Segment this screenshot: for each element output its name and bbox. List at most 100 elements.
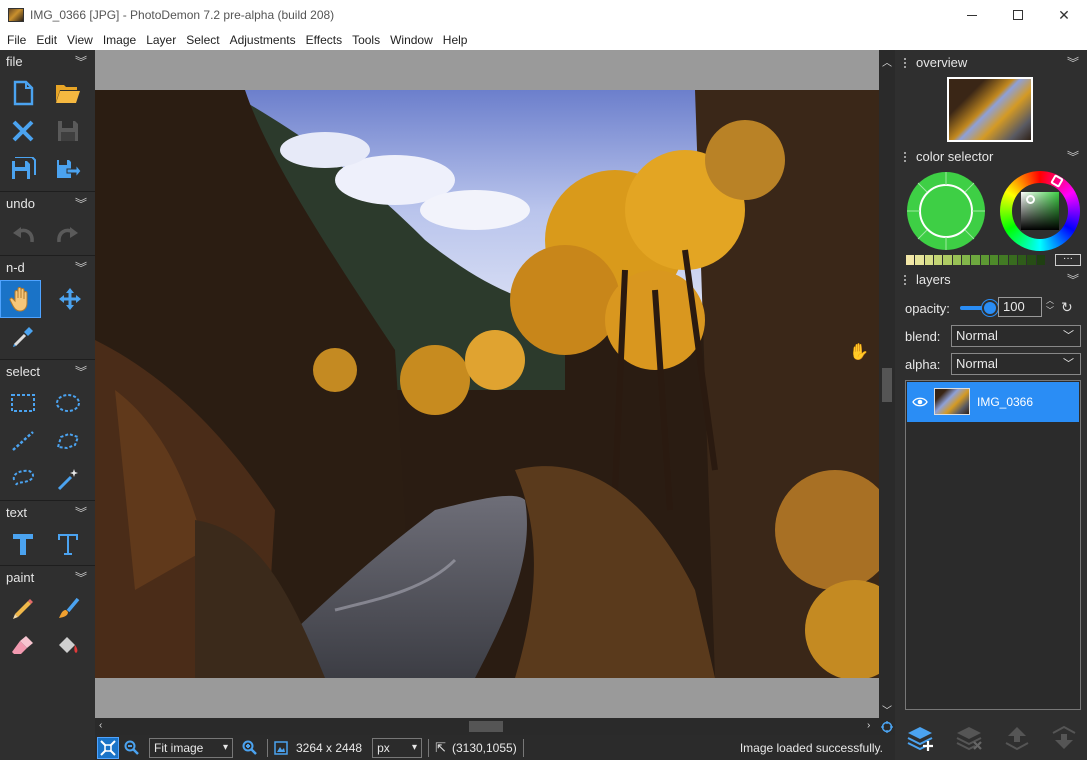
toolbox-header-text[interactable]: text ︾ bbox=[0, 501, 95, 525]
unit-select[interactable]: px ▾ bbox=[372, 737, 423, 758]
palette-swatch[interactable] bbox=[1036, 255, 1046, 265]
toolbox-header-file[interactable]: file ︾ bbox=[0, 50, 95, 74]
polygon-select-button[interactable] bbox=[50, 422, 88, 460]
maximize-button[interactable] bbox=[995, 0, 1041, 30]
menu-layer[interactable]: Layer bbox=[141, 30, 181, 50]
horizontal-scroll-thumb[interactable] bbox=[469, 721, 503, 732]
menu-effects[interactable]: Effects bbox=[301, 30, 347, 50]
toolbox-header-nd[interactable]: n-d ︾ bbox=[0, 256, 95, 280]
close-button[interactable]: ✕ bbox=[1041, 0, 1087, 30]
delete-layer-icon[interactable] bbox=[955, 725, 983, 751]
palette-swatch[interactable] bbox=[961, 255, 972, 265]
palette-swatch[interactable] bbox=[924, 255, 934, 265]
eraser-tool-button[interactable] bbox=[4, 628, 42, 666]
palette-swatch[interactable] bbox=[933, 255, 944, 265]
primary-color-swatch[interactable] bbox=[906, 171, 986, 251]
lasso-select-button[interactable] bbox=[4, 460, 42, 498]
layers-list[interactable]: IMG_0366 bbox=[905, 380, 1081, 710]
color-picker-tool-button[interactable] bbox=[4, 318, 42, 356]
scroll-down-arrow-icon[interactable]: ﹀ bbox=[882, 702, 892, 717]
menu-tools[interactable]: Tools bbox=[347, 30, 385, 50]
drag-grip-icon[interactable] bbox=[903, 57, 907, 69]
export-button[interactable] bbox=[50, 150, 88, 188]
alpha-mode-select[interactable]: Normal ﹀ bbox=[951, 353, 1081, 375]
opacity-input[interactable]: 100 bbox=[998, 297, 1042, 317]
reset-opacity-button[interactable]: ↻ bbox=[1061, 299, 1073, 316]
magic-wand-button[interactable] bbox=[50, 460, 88, 498]
save-as-button[interactable] bbox=[4, 150, 42, 188]
brush-tool-button[interactable] bbox=[50, 590, 88, 628]
horizontal-scrollbar[interactable]: ‹ › bbox=[95, 718, 879, 735]
toolbox-header-select[interactable]: select ︾ bbox=[0, 360, 95, 384]
fit-to-window-button[interactable] bbox=[97, 736, 119, 759]
vertical-scroll-thumb[interactable] bbox=[882, 368, 892, 402]
layers-panel-header[interactable]: layers ︾ bbox=[895, 268, 1087, 292]
drag-grip-icon[interactable] bbox=[903, 151, 907, 163]
open-image-button[interactable] bbox=[50, 74, 88, 112]
opacity-slider[interactable] bbox=[960, 300, 998, 316]
menu-view[interactable]: View bbox=[62, 30, 98, 50]
menu-help[interactable]: Help bbox=[438, 30, 473, 50]
layer-thumbnail bbox=[934, 388, 970, 415]
minimize-button[interactable] bbox=[949, 0, 995, 30]
close-image-button[interactable] bbox=[4, 112, 42, 150]
undo-button[interactable] bbox=[4, 216, 42, 254]
menu-image[interactable]: Image bbox=[98, 30, 141, 50]
menu-adjustments[interactable]: Adjustments bbox=[225, 30, 301, 50]
zoom-in-button[interactable] bbox=[239, 737, 261, 759]
palette-swatch[interactable] bbox=[1027, 255, 1037, 265]
palette-swatch[interactable] bbox=[915, 255, 925, 265]
move-tool-button[interactable] bbox=[53, 280, 87, 318]
palette-swatch[interactable] bbox=[1017, 255, 1028, 265]
save-button[interactable] bbox=[50, 112, 88, 150]
image-canvas[interactable]: ✋ bbox=[95, 90, 879, 678]
toolbox-header-undo[interactable]: undo ︾ bbox=[0, 192, 95, 216]
toolbox-header-paint[interactable]: paint ︾ bbox=[0, 566, 95, 590]
scroll-right-arrow-icon[interactable]: › bbox=[867, 720, 870, 731]
menu-window[interactable]: Window bbox=[385, 30, 438, 50]
basic-text-button[interactable] bbox=[4, 525, 42, 563]
palette-swatch[interactable] bbox=[971, 255, 981, 265]
drag-grip-icon[interactable] bbox=[903, 274, 907, 286]
palette-swatch[interactable] bbox=[906, 255, 916, 265]
layer-row[interactable]: IMG_0366 bbox=[907, 382, 1079, 422]
menu-file[interactable]: File bbox=[2, 30, 31, 50]
palette-swatch[interactable] bbox=[980, 255, 990, 265]
fill-tool-button[interactable] bbox=[50, 628, 88, 666]
move-layer-down-icon[interactable] bbox=[1051, 725, 1077, 751]
zoom-select[interactable]: Fit image ▾ bbox=[149, 737, 233, 758]
ellipse-select-button[interactable] bbox=[50, 384, 88, 422]
color-marker[interactable] bbox=[1026, 195, 1035, 204]
palette-swatch[interactable] bbox=[999, 255, 1009, 265]
menu-select[interactable]: Select bbox=[181, 30, 224, 50]
pencil-tool-button[interactable] bbox=[4, 590, 42, 628]
redo-button[interactable] bbox=[50, 216, 88, 254]
zoom-out-button[interactable] bbox=[121, 737, 143, 759]
palette-more-button[interactable]: ··· bbox=[1055, 254, 1081, 266]
visibility-eye-icon[interactable] bbox=[912, 396, 928, 408]
typography-text-button[interactable] bbox=[50, 525, 88, 563]
overview-thumbnail[interactable] bbox=[947, 77, 1033, 142]
line-select-button[interactable] bbox=[4, 422, 42, 460]
move-layer-up-icon[interactable] bbox=[1004, 725, 1030, 751]
palette-swatch[interactable] bbox=[952, 255, 962, 265]
scroll-up-arrow-icon[interactable]: ︿ bbox=[882, 54, 892, 69]
canvas-area[interactable]: ✋ bbox=[95, 50, 879, 718]
palette-swatch[interactable] bbox=[989, 255, 1000, 265]
palette-swatch[interactable] bbox=[1008, 255, 1018, 265]
add-layer-icon[interactable] bbox=[906, 725, 934, 751]
scroll-left-arrow-icon[interactable]: ‹ bbox=[99, 720, 102, 731]
opacity-spin-button[interactable]: ︿ ﹀ bbox=[1044, 296, 1056, 318]
hand-tool-button[interactable] bbox=[0, 280, 42, 318]
color-wheel[interactable] bbox=[1000, 171, 1080, 251]
color-selector-panel-header[interactable]: color selector ︾ bbox=[895, 145, 1087, 169]
opacity-slider-knob[interactable] bbox=[982, 300, 998, 316]
menu-edit[interactable]: Edit bbox=[31, 30, 62, 50]
vertical-scrollbar[interactable]: ︿ ﹀ bbox=[879, 50, 895, 718]
palette-swatch[interactable] bbox=[943, 255, 953, 265]
rect-select-button[interactable] bbox=[4, 384, 42, 422]
center-image-button[interactable] bbox=[879, 718, 895, 735]
blend-mode-select[interactable]: Normal ﹀ bbox=[951, 325, 1081, 347]
new-image-button[interactable] bbox=[4, 74, 42, 112]
overview-panel-header[interactable]: overview ︾ bbox=[895, 51, 1087, 75]
